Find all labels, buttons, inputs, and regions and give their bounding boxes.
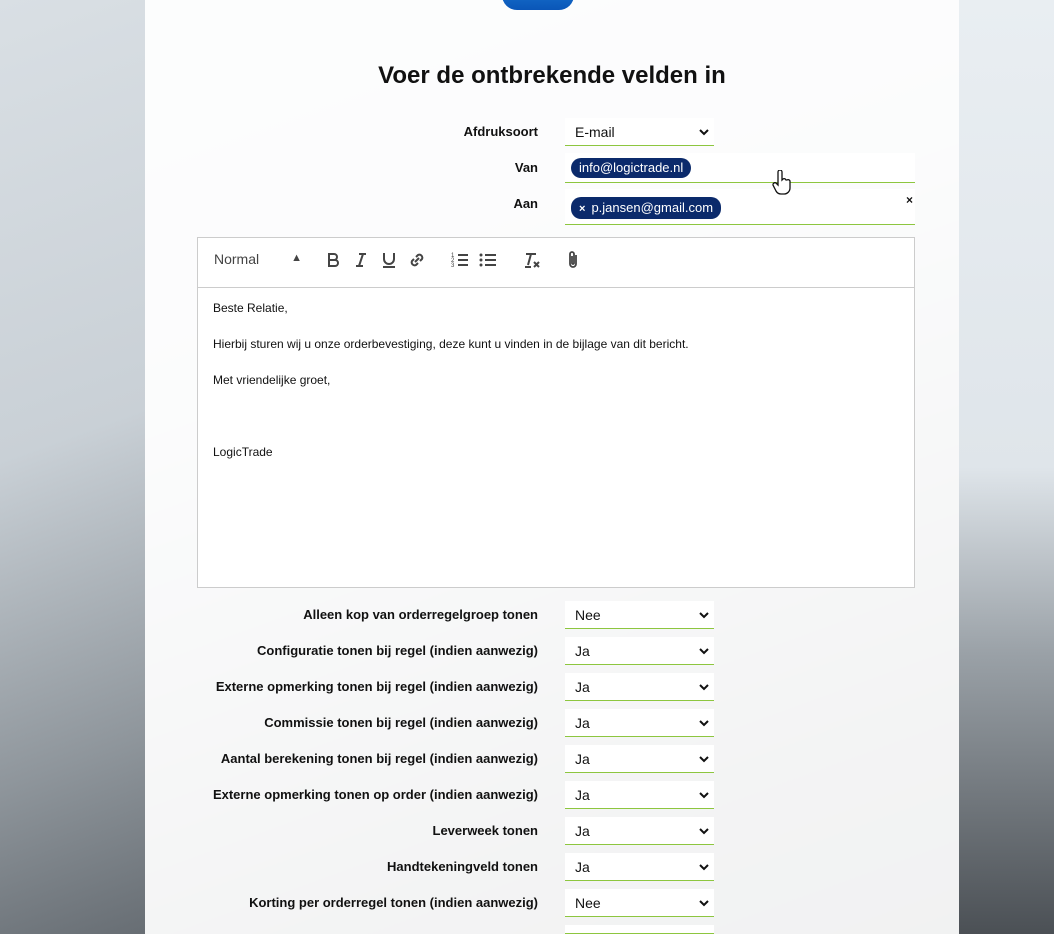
afdruksoort-label: Afdruksoort <box>463 124 538 139</box>
italic-icon[interactable] <box>351 250 371 270</box>
aan-field[interactable]: × p.jansen@gmail.com × <box>565 189 915 225</box>
chevron-down-icon <box>699 828 709 835</box>
chip-remove-icon[interactable]: × <box>579 203 585 215</box>
underline-icon[interactable] <box>379 250 399 270</box>
body-signature: LogicTrade <box>213 445 273 459</box>
option-select[interactable]: Ja <box>565 673 714 701</box>
option-label: Aantal berekening tonen bij regel (indie… <box>220 751 538 766</box>
option-value: Ja <box>575 751 590 767</box>
link-icon[interactable] <box>407 250 427 270</box>
option-label: Externe opmerking tonen op order (indien… <box>212 787 538 802</box>
chevron-down-icon <box>699 612 709 619</box>
chevron-down-icon <box>699 792 709 799</box>
afdruksoort-select[interactable]: E-mail <box>565 118 714 146</box>
option-label: Handtekeningveld tonen <box>387 859 538 874</box>
option-select[interactable]: Nee <box>565 601 714 629</box>
option-label: Korting per orderregel tonen (indien aan… <box>249 895 538 910</box>
chevron-down-icon <box>699 129 709 136</box>
aan-chip[interactable]: × p.jansen@gmail.com <box>571 197 722 219</box>
svg-text:3: 3 <box>451 263 455 269</box>
chevron-down-icon <box>699 900 709 907</box>
option-label: Leverweek tonen <box>432 823 539 838</box>
option-label: Alleen kop van orderregelgroep tonen <box>303 607 538 622</box>
option-value: Ja <box>575 787 590 803</box>
option-select[interactable]: Ja <box>565 853 714 881</box>
option-value: Nee <box>575 607 601 623</box>
van-chip[interactable]: info@logictrade.nl <box>571 158 692 178</box>
chevron-down-icon <box>699 864 709 871</box>
chevron-down-icon <box>699 684 709 691</box>
up-down-icon: ▲ <box>291 252 302 264</box>
option-select[interactable]: Ja <box>565 745 714 773</box>
hand-cursor-icon <box>772 170 791 195</box>
format-value: Normal <box>214 251 260 267</box>
option-select[interactable]: Ja <box>565 781 714 809</box>
editor-toolbar: Normal ▲ 123 <box>198 238 914 288</box>
afdruksoort-value: E-mail <box>575 124 615 140</box>
chevron-down-icon <box>699 720 709 727</box>
page-title: Voer de ontbrekende velden in <box>378 62 726 89</box>
van-label: Van <box>514 160 538 175</box>
chevron-down-icon <box>699 756 709 763</box>
format-select[interactable]: Normal ▲ <box>214 251 302 271</box>
email-editor[interactable]: Normal ▲ 123 Beste Relatie, Hierbij stur <box>197 237 915 588</box>
chevron-down-icon <box>699 648 709 655</box>
body-closing: Met vriendelijke groet, <box>213 373 331 387</box>
bullet-list-icon[interactable] <box>478 250 498 270</box>
option-label: Externe opmerking tonen bij regel (indie… <box>215 679 538 694</box>
option-value: Ja <box>575 859 590 875</box>
option-select[interactable]: Ja <box>565 709 714 737</box>
clear-recipients-icon[interactable]: × <box>906 193 913 207</box>
aan-chip-label: p.jansen@gmail.com <box>591 200 714 215</box>
option-value: Ja <box>575 823 590 839</box>
option-label: Configuratie tonen bij regel (indien aan… <box>257 643 538 658</box>
body-line: Hierbij sturen wij u onze orderbevestigi… <box>213 337 689 351</box>
option-value: Ja <box>575 643 590 659</box>
option-value: Nee <box>575 895 601 911</box>
bold-icon[interactable] <box>323 250 343 270</box>
option-value: Ja <box>575 679 590 695</box>
option-value: Ja <box>575 715 590 731</box>
van-field[interactable]: info@logictrade.nl <box>565 153 915 183</box>
ordered-list-icon[interactable]: 123 <box>450 250 470 270</box>
email-body[interactable]: Beste Relatie, Hierbij sturen wij u onze… <box>213 300 899 480</box>
body-greeting: Beste Relatie, <box>213 301 288 315</box>
aan-label: Aan <box>513 196 538 211</box>
clear-format-icon[interactable] <box>522 250 542 270</box>
option-label: Commissie tonen bij regel (indien aanwez… <box>264 715 538 730</box>
option-select[interactable]: Ja <box>565 637 714 665</box>
option-select[interactable]: Nee <box>565 889 714 917</box>
option-select-partial[interactable] <box>565 925 714 934</box>
top-button[interactable] <box>502 0 574 10</box>
option-select[interactable]: Ja <box>565 817 714 845</box>
background-photo-right <box>959 0 1054 934</box>
attachment-icon[interactable] <box>564 250 584 270</box>
